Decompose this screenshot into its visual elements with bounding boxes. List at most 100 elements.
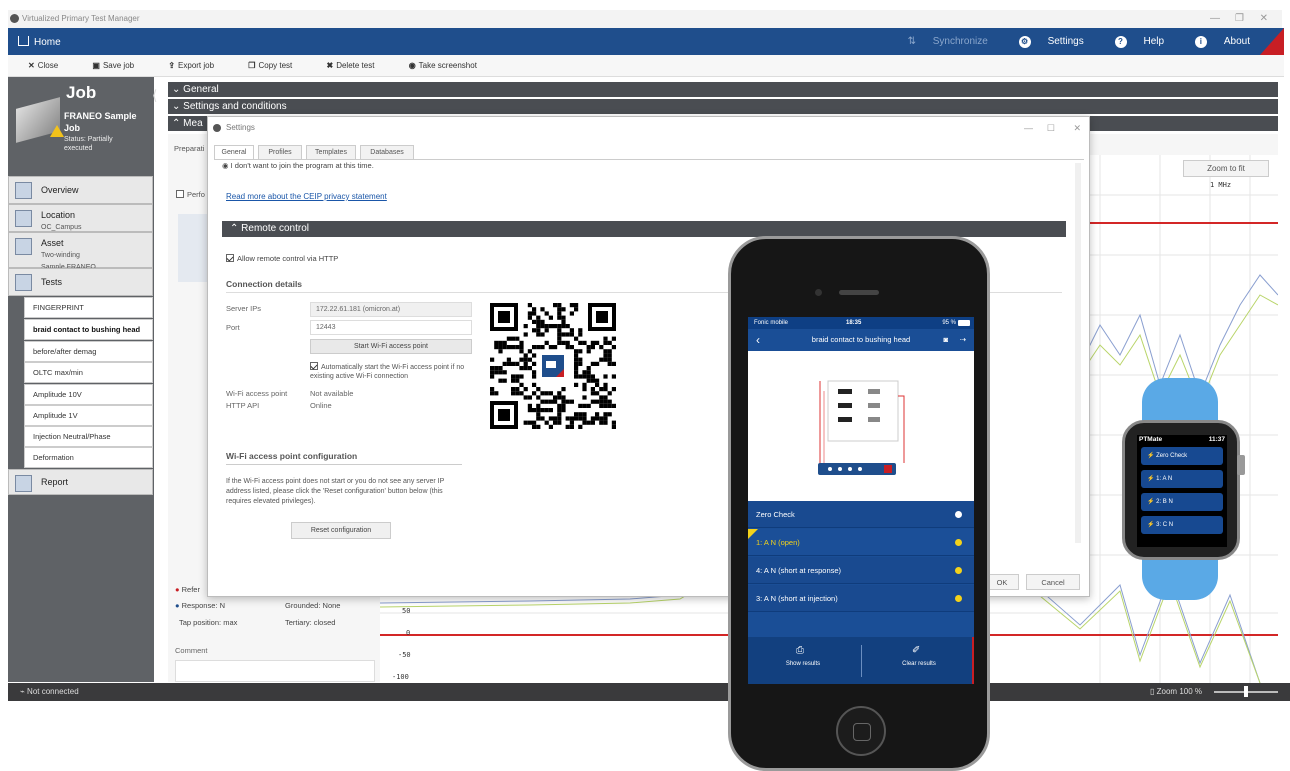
phone-screen-title: braid contact to bushing head: [811, 335, 911, 344]
section-settings-conditions[interactable]: ⌄ Settings and conditions: [168, 99, 1278, 114]
wifi-config-heading: Wi-Fi access point configuration: [226, 451, 358, 461]
tests-icon: [15, 274, 32, 291]
delete-test-button[interactable]: ✖ Delete test: [327, 61, 391, 70]
back-icon[interactable]: ‹: [756, 329, 760, 351]
preparation-tab[interactable]: Preparati: [174, 144, 204, 153]
clear-results-button[interactable]: ✐ Clear results: [884, 645, 954, 667]
close-dialog-icon[interactable]: ✕: [1073, 117, 1081, 139]
auto-start-wifi-checkbox[interactable]: Automatically start the Wi-Fi access poi…: [310, 362, 485, 381]
watch-item[interactable]: ⚡ Zero Check: [1141, 447, 1223, 465]
watch-time: 11:37: [1208, 436, 1225, 443]
bolt-icon: ⚡: [1147, 522, 1157, 528]
zoom-level: ▯ Zoom 100 %: [1150, 683, 1202, 701]
show-results-button[interactable]: ⎙ Show results: [768, 645, 838, 667]
watch-item-label: 2: B N: [1156, 499, 1173, 505]
phone-test-row[interactable]: 3: A N (short at injection): [748, 585, 974, 612]
maximize-icon[interactable]: ☐: [1047, 117, 1055, 139]
camera-icon[interactable]: ◙: [943, 329, 948, 351]
perform-checkbox[interactable]: Perfo: [176, 190, 205, 199]
nav-overview[interactable]: Overview: [8, 176, 153, 204]
export-job-button[interactable]: ⇪ Export job: [168, 61, 230, 70]
watch-item[interactable]: ⚡ 3: C N: [1141, 516, 1223, 534]
phone-test-row[interactable]: Zero Check: [748, 501, 974, 528]
comment-input[interactable]: [175, 660, 375, 682]
maximize-icon[interactable]: ❐: [1235, 10, 1244, 28]
copy-icon: ❐: [248, 61, 256, 70]
grounded-value: None: [322, 601, 341, 610]
zoom-slider-knob[interactable]: [1244, 686, 1248, 697]
zoom-to-fit-button[interactable]: Zoom to fit: [1183, 160, 1269, 177]
status-dot: [955, 511, 962, 518]
step-list[interactable]: [178, 214, 208, 282]
save-job-button[interactable]: ▣ Save job: [92, 61, 150, 70]
nav-report[interactable]: Report: [8, 469, 153, 495]
reference-radio[interactable]: ● Refer: [175, 585, 200, 594]
qr-code: [486, 299, 620, 433]
phone-test-row-selected[interactable]: 1: A N (open): [748, 529, 974, 556]
tab-templates[interactable]: Templates: [306, 145, 356, 159]
take-screenshot-button[interactable]: ◉ Take screenshot: [409, 61, 493, 70]
port-field[interactable]: 12443: [310, 320, 472, 335]
y-tick: 0: [406, 629, 411, 637]
synchronize-button[interactable]: ⇅ Synchronize: [894, 36, 988, 47]
test-item[interactable]: Deformation: [24, 447, 153, 468]
remote-control-section[interactable]: ⌃ Remote control: [222, 221, 1066, 237]
watch-item[interactable]: ⚡ 1: A N: [1141, 470, 1223, 488]
settings-button[interactable]: ⚙ Settings: [1005, 36, 1084, 48]
zoom-slider[interactable]: [1214, 686, 1278, 697]
auto-start-label: Automatically start the Wi-Fi access poi…: [310, 364, 465, 380]
ceip-decline-radio[interactable]: ◉ I don't want to join the program at th…: [222, 161, 374, 170]
minimize-icon[interactable]: —: [1024, 117, 1033, 139]
ok-button[interactable]: OK: [985, 574, 1019, 590]
ceip-privacy-link[interactable]: Read more about the CEIP privacy stateme…: [226, 192, 387, 201]
phone-time: 18:35: [846, 320, 862, 326]
test-item[interactable]: Amplitude 1V: [24, 405, 153, 426]
nav-location[interactable]: Location OC_Campus: [8, 204, 153, 232]
chevron-down-icon: ⌄: [172, 101, 184, 112]
sync-icon: ⇅: [907, 36, 919, 47]
copy-test-label: Copy test: [258, 61, 293, 70]
test-item[interactable]: FINGERPRINT: [24, 297, 153, 318]
collapse-panel-icon[interactable]: ⟨: [152, 87, 157, 104]
test-item[interactable]: Amplitude 10V: [24, 384, 153, 405]
phone-home-button[interactable]: [836, 706, 886, 756]
allow-http-checkbox[interactable]: Allow remote control via HTTP: [226, 254, 338, 263]
response-radio[interactable]: ● Response: N: [175, 601, 225, 610]
phone-statusbar: Fonic mobile 18:35 95 %: [748, 317, 974, 329]
reset-configuration-button[interactable]: Reset configuration: [291, 522, 391, 539]
close-button[interactable]: ✕ Close: [28, 61, 74, 70]
phone-test-row[interactable]: 4: A N (short at response): [748, 557, 974, 584]
test-item[interactable]: Injection Neutral/Phase: [24, 426, 153, 447]
nav-asset-label: Asset: [41, 238, 64, 248]
share-icon[interactable]: ⇢: [960, 329, 966, 351]
tap-info: Tap position: max: [179, 618, 237, 627]
dialog-scrollbar[interactable]: [1075, 163, 1081, 543]
section-general[interactable]: ⌄ General: [168, 82, 1278, 97]
watch-item[interactable]: ⚡ 2: B N: [1141, 493, 1223, 511]
cancel-button[interactable]: Cancel: [1026, 574, 1080, 590]
clear-results-label: Clear results: [902, 661, 936, 667]
server-ips-field[interactable]: 172.22.61.181 (omicron.at): [310, 302, 472, 317]
about-button[interactable]: i About: [1181, 36, 1250, 48]
nav-tests[interactable]: Tests: [8, 268, 153, 296]
nav-asset[interactable]: AssetTwo-windingSample FRANEO: [8, 232, 153, 271]
copy-test-button[interactable]: ❐ Copy test: [248, 61, 308, 70]
brand-corner: [1260, 28, 1284, 55]
section-general-label: General: [183, 84, 219, 95]
test-item-selected[interactable]: braid contact to bushing head: [24, 319, 153, 340]
tab-databases[interactable]: Databases: [360, 145, 414, 159]
phone-test-label: 3: A N (short at injection): [756, 594, 838, 603]
test-item[interactable]: before/after demag: [24, 341, 153, 362]
watch-header: PTMate 11:37: [1139, 436, 1225, 443]
asset-icon: [15, 238, 32, 255]
phone-appbar: ‹ braid contact to bushing head ◙ ⇢: [748, 329, 974, 351]
close-window-icon[interactable]: ✕: [1260, 10, 1268, 28]
help-button[interactable]: ? Help: [1101, 36, 1164, 48]
home-button[interactable]: Home: [18, 36, 61, 48]
synchronize-label: Synchronize: [932, 36, 988, 47]
tab-general[interactable]: General: [214, 145, 254, 160]
start-wifi-button[interactable]: Start Wi-Fi access point: [310, 339, 472, 354]
test-item[interactable]: OLTC max/min: [24, 362, 153, 383]
tab-profiles[interactable]: Profiles: [258, 145, 302, 159]
minimize-icon[interactable]: —: [1210, 10, 1220, 28]
